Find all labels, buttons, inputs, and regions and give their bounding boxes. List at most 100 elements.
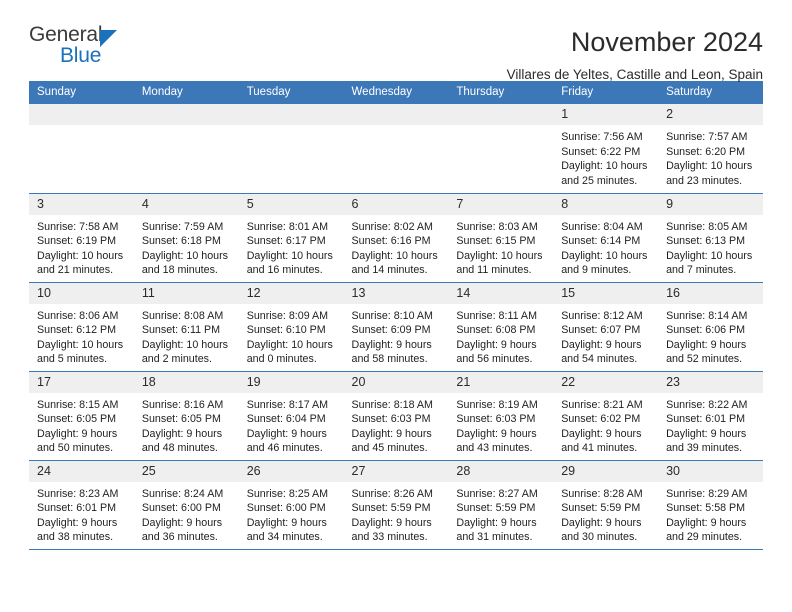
day-number: 6 [343, 193, 449, 215]
calendar-day-cell[interactable]: 12 Sunrise: 8:09 AM Sunset: 6:10 PM Dayligh… [238, 282, 344, 372]
calendar-day-cell[interactable]: 24 Sunrise: 8:23 AM Sunset: 6:01 PM Dayligh… [29, 460, 134, 550]
sunset-text: Sunset: 6:05 PM [37, 413, 117, 426]
sunrise-text: Sunrise: 8:24 AM [141, 487, 224, 500]
calendar-day-cell[interactable]: 29 Sunrise: 8:28 AM Sunset: 5:59 PM Dayligh… [553, 460, 659, 550]
daylight-text: and 33 minutes. [351, 531, 428, 544]
calendar-day-cell-empty [29, 104, 134, 194]
daylight-text: and 23 minutes. [666, 174, 743, 187]
day-number: 25 [133, 460, 239, 482]
calendar-day-cell[interactable]: 14 Sunrise: 8:11 AM Sunset: 6:08 PM Dayligh… [448, 282, 554, 372]
day-number: 19 [238, 371, 344, 393]
calendar-day-cell[interactable]: 17 Sunrise: 8:15 AM Sunset: 6:05 PM Dayligh… [29, 371, 134, 461]
calendar-week-row: 1 Sunrise: 7:56 AM Sunset: 6:22 PM Daylight… [29, 104, 763, 194]
sunrise-text: Sunrise: 8:28 AM [561, 487, 643, 500]
calendar-day-cell[interactable]: 28 Sunrise: 8:27 AM Sunset: 5:59 PM Dayligh… [448, 460, 554, 550]
day-sun-info: Sunrise: 8:19 AM Sunset: 6:03 PM Daylight:… [448, 393, 553, 456]
sunrise-text: Sunrise: 8:11 AM [456, 309, 537, 322]
weekday-header-saturday: Saturday [658, 81, 763, 104]
sunset-text: Sunset: 6:01 PM [666, 413, 746, 426]
day-sun-info: Sunrise: 8:12 AM Sunset: 6:07 PM Daylight:… [553, 304, 658, 367]
page-title: November 2024 [570, 27, 763, 57]
weekday-header-sunday: Sunday [29, 81, 134, 104]
calendar-day-cell[interactable]: 19 Sunrise: 8:17 AM Sunset: 6:04 PM Dayligh… [238, 371, 344, 461]
sunset-text: Sunset: 6:00 PM [141, 502, 221, 515]
calendar-day-cell[interactable]: 16 Sunrise: 8:14 AM Sunset: 6:06 PM Dayligh… [658, 282, 763, 372]
day-number: 29 [553, 460, 659, 482]
logo-text-blue: Blue [60, 44, 102, 67]
calendar-day-cell[interactable]: 7 Sunrise: 8:03 AM Sunset: 6:15 PM Daylight… [448, 193, 554, 283]
day-sun-info: Sunrise: 8:21 AM Sunset: 6:02 PM Daylight:… [553, 393, 658, 456]
sunrise-text: Sunrise: 8:19 AM [456, 398, 538, 411]
calendar-day-cell[interactable]: 13 Sunrise: 8:10 AM Sunset: 6:09 PM Dayligh… [343, 282, 449, 372]
location-subtitle: Villares de Yeltes, Castille and Leon, S… [506, 67, 763, 82]
day-number: 26 [238, 460, 344, 482]
calendar-week-row: 24 Sunrise: 8:23 AM Sunset: 6:01 PM Dayligh… [29, 460, 763, 550]
calendar-day-cell[interactable]: 30 Sunrise: 8:29 AM Sunset: 5:58 PM Dayligh… [658, 460, 763, 550]
sunset-text: Sunset: 5:59 PM [351, 502, 431, 515]
calendar-day-cell[interactable]: 4 Sunrise: 7:59 AM Sunset: 6:18 PM Daylight… [133, 193, 239, 283]
daylight-text: Daylight: 9 hours [351, 516, 432, 529]
sunrise-text: Sunrise: 8:16 AM [141, 398, 224, 411]
daylight-text: and 7 minutes. [666, 264, 737, 277]
calendar-day-cell[interactable]: 21 Sunrise: 8:19 AM Sunset: 6:03 PM Dayligh… [448, 371, 554, 461]
day-number [133, 104, 239, 125]
calendar-day-cell[interactable]: 27 Sunrise: 8:26 AM Sunset: 5:59 PM Dayligh… [343, 460, 449, 550]
day-number: 3 [29, 193, 134, 215]
calendar-day-cell[interactable]: 26 Sunrise: 8:25 AM Sunset: 6:00 PM Dayligh… [238, 460, 344, 550]
triangle-icon [100, 30, 117, 47]
daylight-text: Daylight: 9 hours [246, 427, 327, 440]
sunrise-sunset-calendar: Sunday Monday Tuesday Wednesday Thursday… [29, 81, 763, 550]
day-sun-info: Sunrise: 8:04 AM Sunset: 6:14 PM Daylight:… [553, 215, 658, 278]
sunset-text: Sunset: 6:01 PM [37, 502, 117, 515]
calendar-day-cell[interactable]: 6 Sunrise: 8:02 AM Sunset: 6:16 PM Daylight… [343, 193, 449, 283]
calendar-day-cell[interactable]: 15 Sunrise: 8:12 AM Sunset: 6:07 PM Dayligh… [553, 282, 659, 372]
daylight-text: and 36 minutes. [141, 531, 218, 544]
calendar-day-cell[interactable]: 10 Sunrise: 8:06 AM Sunset: 6:12 PM Dayligh… [29, 282, 134, 372]
sunrise-text: Sunrise: 8:06 AM [37, 309, 119, 322]
daylight-text: Daylight: 9 hours [666, 516, 747, 529]
calendar-day-cell[interactable]: 22 Sunrise: 8:21 AM Sunset: 6:02 PM Dayligh… [553, 371, 659, 461]
calendar-day-cell[interactable]: 5 Sunrise: 8:01 AM Sunset: 6:17 PM Daylight… [238, 193, 344, 283]
daylight-text: and 50 minutes. [37, 442, 114, 455]
sunset-text: Sunset: 6:16 PM [351, 235, 431, 248]
calendar-day-cell[interactable]: 20 Sunrise: 8:18 AM Sunset: 6:03 PM Dayligh… [343, 371, 449, 461]
calendar-day-cell[interactable]: 18 Sunrise: 8:16 AM Sunset: 6:05 PM Dayligh… [133, 371, 239, 461]
daylight-text: Daylight: 9 hours [456, 516, 537, 529]
day-sun-info: Sunrise: 8:03 AM Sunset: 6:15 PM Daylight:… [448, 215, 553, 278]
daylight-text: and 39 minutes. [666, 442, 743, 455]
daylight-text: Daylight: 9 hours [141, 427, 223, 440]
daylight-text: and 18 minutes. [141, 264, 218, 277]
calendar-day-cell[interactable]: 8 Sunrise: 8:04 AM Sunset: 6:14 PM Daylight… [553, 193, 659, 283]
daylight-text: Daylight: 10 hours [456, 249, 543, 262]
daylight-text: and 48 minutes. [141, 442, 218, 455]
sunset-text: Sunset: 6:07 PM [561, 324, 641, 337]
sunset-text: Sunset: 5:58 PM [666, 502, 746, 515]
daylight-text: Daylight: 10 hours [141, 338, 228, 351]
calendar-day-cell[interactable]: 3 Sunrise: 7:58 AM Sunset: 6:19 PM Daylight… [29, 193, 134, 283]
sunrise-text: Sunrise: 7:56 AM [561, 131, 643, 143]
calendar-day-cell[interactable]: 11 Sunrise: 8:08 AM Sunset: 6:11 PM Dayligh… [133, 282, 239, 372]
day-number: 18 [133, 371, 239, 393]
sunset-text: Sunset: 6:09 PM [351, 324, 431, 337]
day-sun-info: Sunrise: 7:58 AM Sunset: 6:19 PM Daylight:… [29, 215, 134, 278]
sunset-text: Sunset: 6:05 PM [141, 413, 221, 426]
sunrise-text: Sunrise: 8:01 AM [246, 220, 329, 233]
daylight-text: and 29 minutes. [666, 531, 743, 544]
calendar-day-cell[interactable]: 25 Sunrise: 8:24 AM Sunset: 6:00 PM Dayligh… [133, 460, 239, 550]
daylight-text: Daylight: 9 hours [561, 427, 642, 440]
calendar-day-cell[interactable]: 1 Sunrise: 7:56 AM Sunset: 6:22 PM Daylight… [553, 104, 659, 194]
calendar-day-cell[interactable]: 2 Sunrise: 7:57 AM Sunset: 6:20 PM Daylight… [658, 104, 763, 194]
calendar-day-cell[interactable]: 9 Sunrise: 8:05 AM Sunset: 6:13 PM Daylight… [658, 193, 763, 283]
day-sun-info: Sunrise: 8:06 AM Sunset: 6:12 PM Daylight:… [29, 304, 134, 367]
daylight-text: Daylight: 10 hours [141, 249, 228, 262]
sunset-text: Sunset: 6:02 PM [561, 413, 641, 426]
day-number: 2 [658, 104, 763, 125]
day-sun-info: Sunrise: 8:18 AM Sunset: 6:03 PM Daylight:… [344, 393, 449, 456]
calendar-day-cell[interactable]: 23 Sunrise: 8:22 AM Sunset: 6:01 PM Dayligh… [658, 371, 763, 461]
sunset-text: Sunset: 6:10 PM [246, 324, 326, 337]
day-sun-info: Sunrise: 8:28 AM Sunset: 5:59 PM Daylight:… [553, 482, 658, 545]
sunset-text: Sunset: 6:08 PM [456, 324, 536, 337]
day-sun-info: Sunrise: 8:26 AM Sunset: 5:59 PM Daylight:… [344, 482, 449, 545]
daylight-text: and 9 minutes. [561, 264, 632, 277]
daylight-text: Daylight: 9 hours [351, 338, 432, 351]
